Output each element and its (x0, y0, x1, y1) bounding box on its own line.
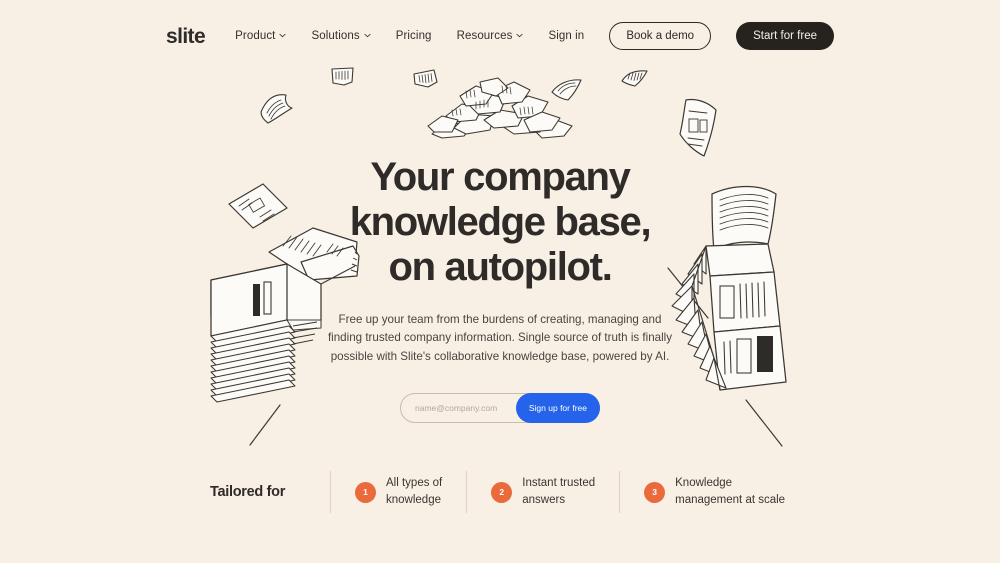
slite-logo[interactable]: slite (166, 26, 206, 47)
feature-item-1[interactable]: 1 All types of knowledge (330, 471, 466, 513)
feature-label-2: Instant trusted answers (522, 477, 596, 506)
nav-item-sign-in-label: Sign in (548, 30, 585, 42)
nav-item-solutions[interactable]: Solutions (311, 30, 371, 42)
nav-item-resources-label: Resources (456, 30, 513, 42)
nav-item-solutions-label: Solutions (311, 30, 360, 42)
nav-item-product-label: Product (235, 30, 276, 42)
site-header: slite Product Solutions Pricing Resource… (0, 0, 1000, 72)
floating-paper-right-mid (550, 76, 584, 104)
headline-line-3: on autopilot. (388, 245, 612, 290)
floating-paper-left-small (258, 90, 298, 126)
floating-document-right (674, 96, 730, 162)
feature-badge-1: 1 (355, 481, 376, 503)
feature-item-2[interactable]: 2 Instant trusted answers (466, 471, 619, 513)
book-a-demo-button[interactable]: Book a demo (609, 22, 712, 50)
nav-item-pricing-label: Pricing (395, 30, 432, 42)
landing-page: slite Product Solutions Pricing Resource… (0, 0, 1000, 563)
signup-form: Sign up for free (400, 392, 600, 423)
tailored-for-section: Tailored for 1 All types of knowledge 2 … (210, 468, 810, 516)
main-navigation: Product Solutions Pricing Resources Sign… (235, 22, 834, 50)
nav-item-sign-in[interactable]: Sign in (548, 30, 584, 42)
feature-badge-2: 2 (491, 481, 513, 503)
chevron-down-icon (279, 32, 287, 39)
nav-item-resources[interactable]: Resources (457, 30, 524, 42)
hero-content: Your company knowledge base, on autopilo… (290, 155, 710, 423)
feature-list: 1 All types of knowledge 2 Instant trust… (330, 471, 809, 513)
start-for-free-button[interactable]: Start for free (736, 22, 834, 50)
nav-item-pricing[interactable]: Pricing (396, 30, 432, 42)
page-title: Your company knowledge base, on autopilo… (290, 155, 710, 291)
hero-subheading: Free up your team from the burdens of cr… (327, 312, 673, 364)
sign-up-for-free-button[interactable]: Sign up for free (515, 392, 600, 423)
headline-line-2: knowledge base, (349, 200, 652, 245)
tailored-for-label: Tailored for (210, 484, 286, 500)
feature-item-3[interactable]: 3 Knowledge management at scale (619, 471, 809, 513)
nav-item-product[interactable]: Product (235, 30, 287, 42)
headline-line-1: Your company (370, 155, 631, 199)
chevron-down-icon (364, 32, 371, 39)
paper-pile-illustration (424, 76, 576, 142)
chevron-down-icon (516, 32, 523, 39)
feature-label-3: Knowledge management at scale (675, 477, 786, 506)
feature-badge-3: 3 (644, 481, 666, 503)
feature-label-1: All types of knowledge (386, 477, 443, 506)
